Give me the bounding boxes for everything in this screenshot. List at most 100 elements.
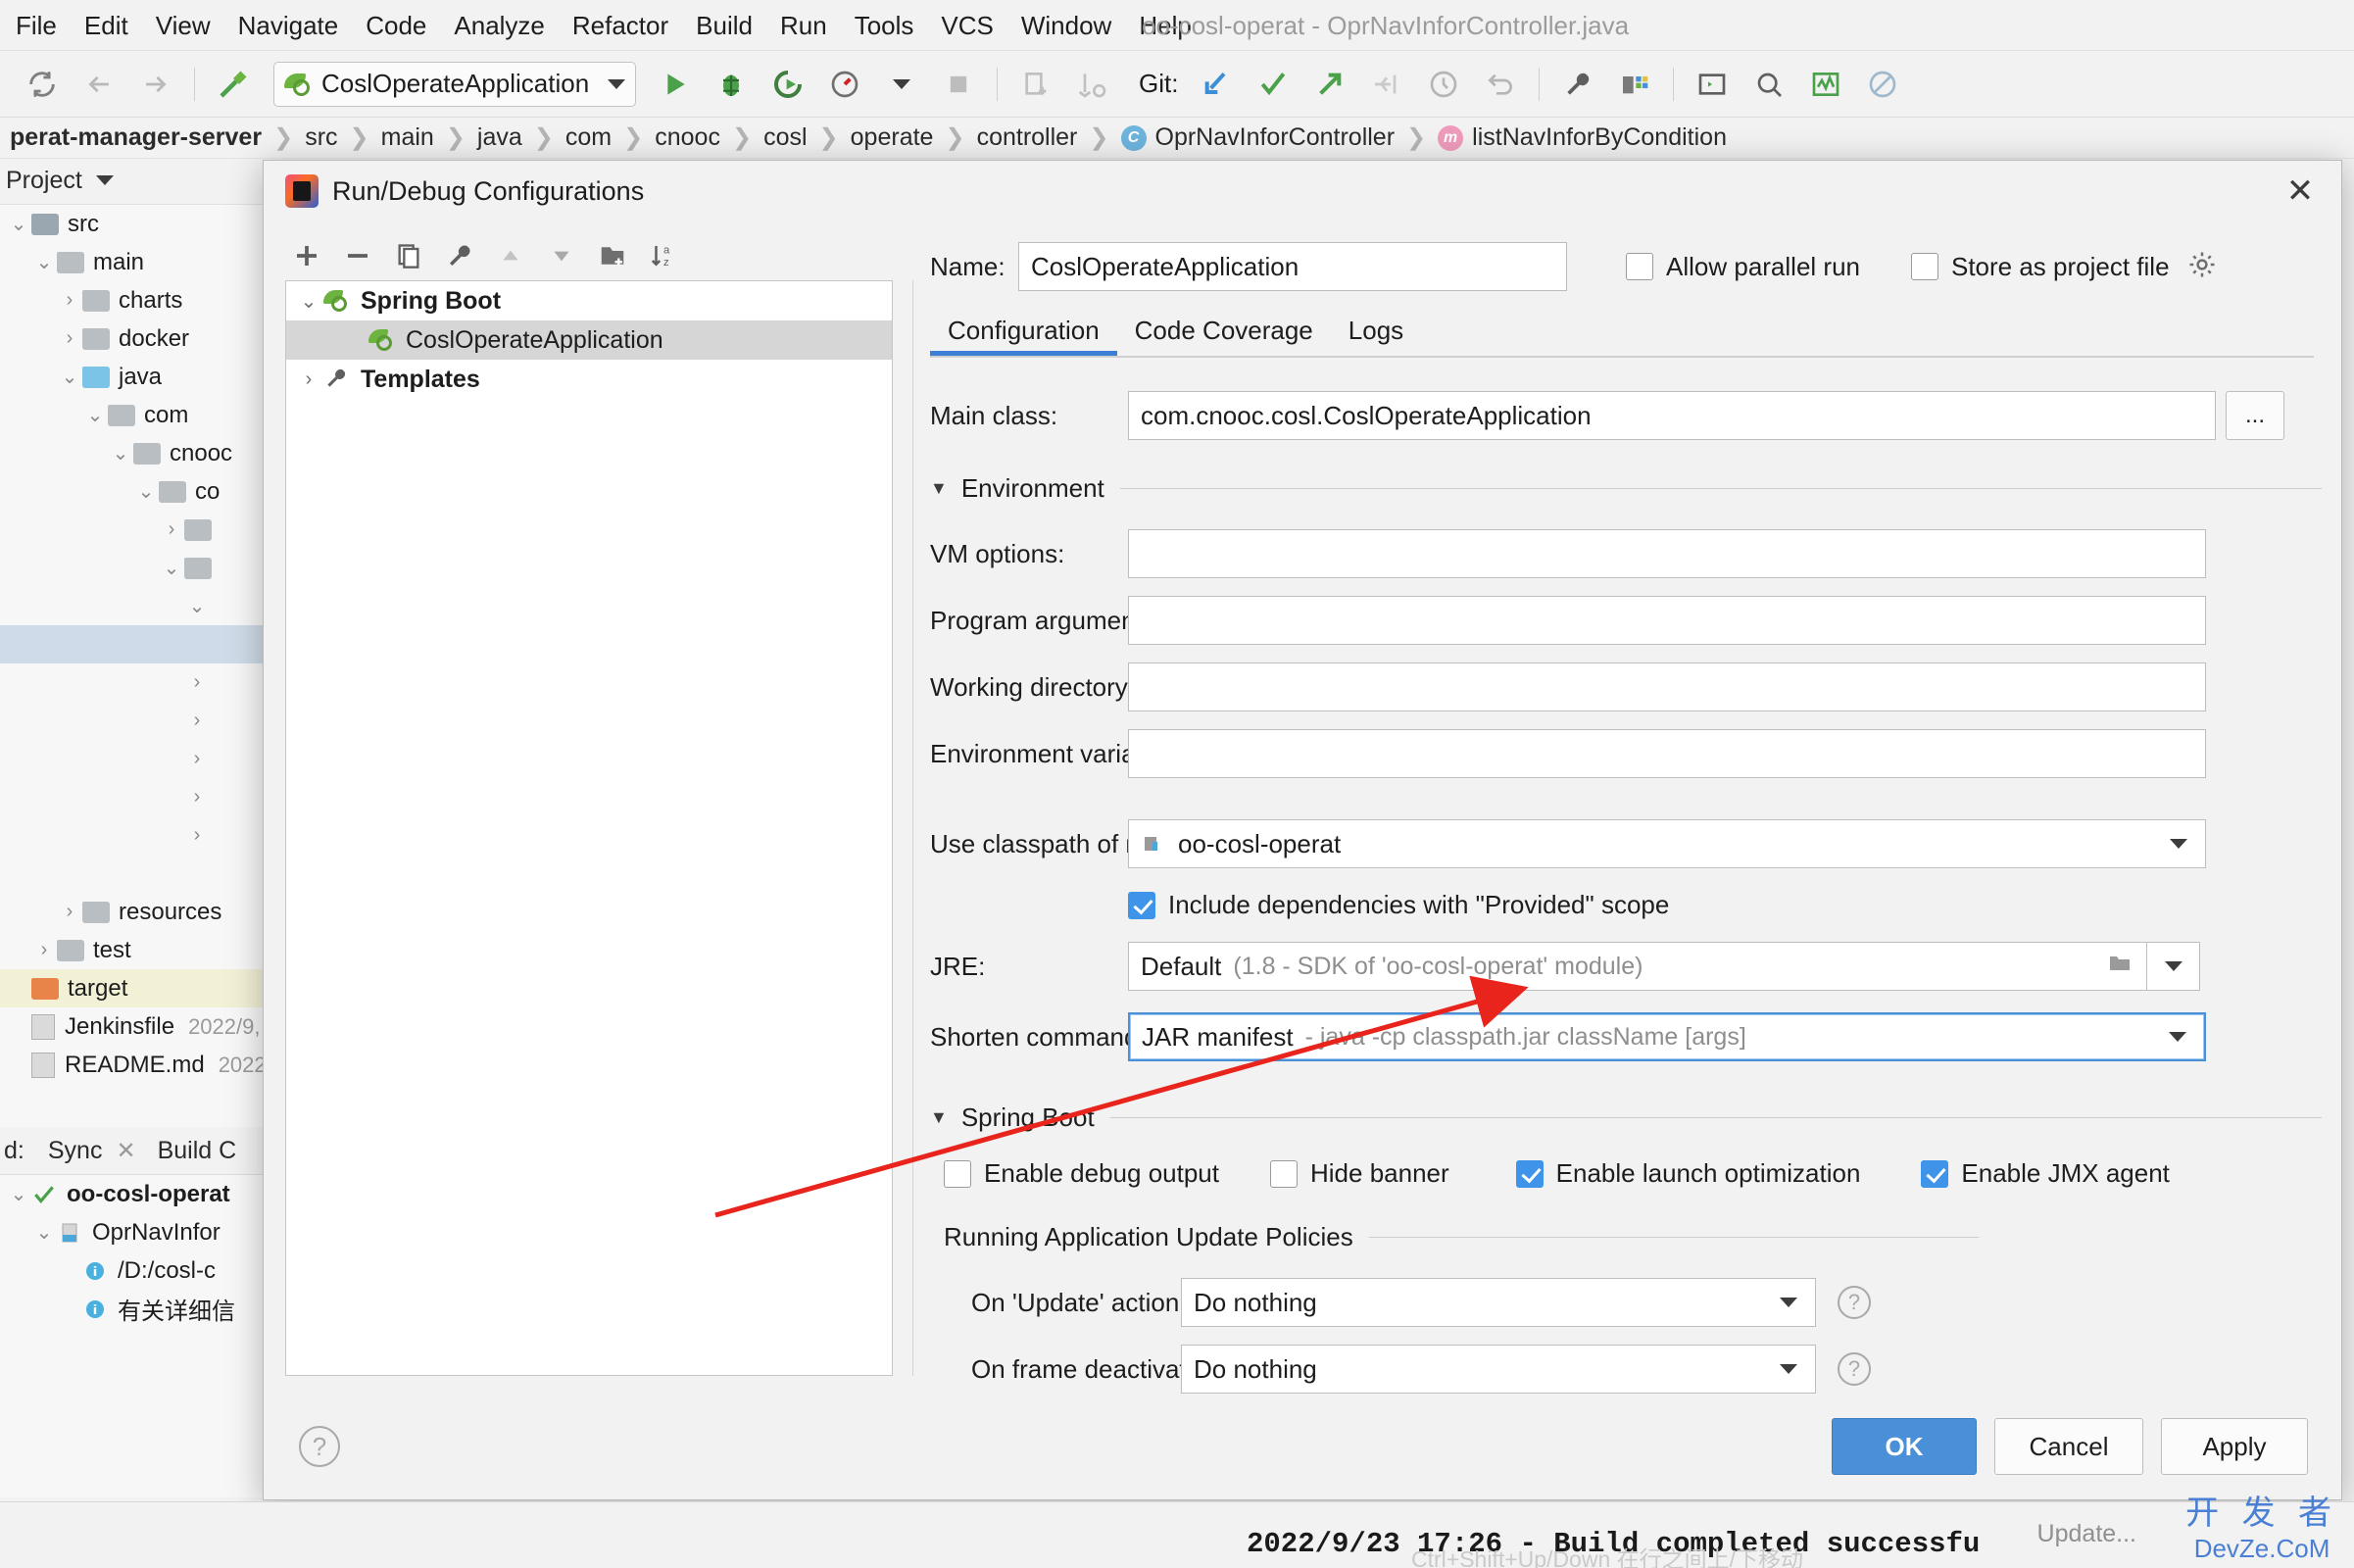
back-arrow-icon[interactable] [76,62,122,107]
build-hammer-icon[interactable] [211,62,256,107]
breadcrumb-item[interactable]: C OprNavInforController [1111,118,1405,158]
breadcrumb-item[interactable]: perat-manager-server [0,118,271,158]
use-classpath-dropdown[interactable]: oo-cosl-operat [1128,819,2206,868]
run-configuration-selector[interactable]: CoslOperateApplication [273,61,636,107]
menu-item-vcs[interactable]: VCS [927,0,1006,51]
chevron-down-icon[interactable]: ▼ [930,478,948,499]
help-icon[interactable]: ? [1838,1286,1871,1319]
build-panel-tabs[interactable]: d: Sync ✕ Build C [0,1127,267,1174]
gear-icon[interactable] [2187,250,2217,284]
analyze-icon[interactable] [1803,62,1848,107]
menu-item-edit[interactable]: Edit [71,0,142,51]
profiler-icon[interactable] [822,62,867,107]
chevron-right-icon[interactable]: › [184,671,210,694]
chevron-down-icon[interactable]: ⌄ [31,1220,57,1245]
chevron-down-icon[interactable] [2164,961,2182,971]
environment-variables-input[interactable] [1128,729,2206,778]
stop-icon[interactable] [936,62,981,107]
git-commit-icon[interactable] [1251,62,1296,107]
search-icon[interactable] [1746,62,1791,107]
chevron-down-icon[interactable]: ▼ [930,1107,948,1128]
project-tree-node[interactable]: › resources [0,893,267,931]
project-tree-node[interactable]: › [0,702,267,740]
project-structure-icon[interactable] [1612,62,1657,107]
chevron-down-icon[interactable]: ⌄ [6,212,31,236]
menu-item-tools[interactable]: Tools [841,0,928,51]
menu-item-refactor[interactable]: Refactor [559,0,682,51]
run-coverage-icon[interactable] [765,62,810,107]
move-up-icon[interactable] [489,234,532,277]
chevron-down-icon[interactable]: ⌄ [294,289,323,314]
chevron-down-icon[interactable] [2170,839,2187,849]
terminal-icon[interactable] [1690,62,1735,107]
breadcrumb-item[interactable]: com [556,118,621,158]
enable-launch-optimization-checkbox[interactable] [1515,1159,1544,1188]
no-entry-icon[interactable] [1860,62,1905,107]
build-tree-node[interactable]: 有关详细信 [0,1290,267,1328]
chevron-down-icon[interactable] [95,175,114,185]
close-icon[interactable]: ✕ [116,1137,135,1165]
config-tree-node[interactable]: CoslOperateApplication [286,320,892,360]
project-tree-node[interactable]: › [0,511,267,549]
remove-icon[interactable] [336,234,379,277]
store-as-project-file-checkbox[interactable] [1910,253,1938,280]
name-input[interactable]: CoslOperateApplication [1018,242,1567,291]
git-checkout-icon[interactable] [1364,62,1409,107]
chevron-down-icon[interactable]: ⌄ [31,250,57,274]
jre-dropdown[interactable]: Default (1.8 - SDK of 'oo-cosl-operat' m… [1128,942,2147,991]
on-frame-deactivation-dropdown[interactable]: Do nothing [1181,1345,1816,1394]
tab-configuration[interactable]: Configuration [930,316,1117,356]
menu-item-code[interactable]: Code [352,0,440,51]
chevron-down-icon[interactable]: ⌄ [184,594,210,618]
chevron-right-icon[interactable]: › [159,518,184,541]
allow-parallel-run-checkbox[interactable] [1626,253,1653,280]
move-down-icon[interactable] [540,234,583,277]
build-tree-node[interactable]: /D:/cosl-c [0,1251,267,1290]
copy-icon[interactable] [387,234,430,277]
main-class-input[interactable]: com.cnooc.cosl.CoslOperateApplication [1128,391,2216,440]
debug-icon[interactable] [709,62,754,107]
update-link[interactable]: Update... [2037,1520,2136,1548]
menu-item-analyze[interactable]: Analyze [440,0,559,51]
chevron-right-icon[interactable]: › [184,786,210,808]
project-tree-node[interactable]: › [0,663,267,702]
project-tree-node[interactable]: › test [0,931,267,969]
configurations-tree[interactable]: ⌄ Spring Boot CoslOperateApplication › Templ… [285,280,893,1376]
cancel-button[interactable]: Cancel [1994,1418,2143,1475]
project-tree-node[interactable]: ⌄ com [0,396,267,434]
menu-item-view[interactable]: View [142,0,224,51]
environment-section-header[interactable]: ▼ Environment [930,473,2322,504]
folder-icon[interactable] [2107,952,2133,982]
update-app-icon[interactable] [1013,62,1058,107]
config-tree-node[interactable]: › Templates [286,360,892,399]
chevron-down-icon[interactable]: ⌄ [108,441,133,466]
menu-item-run[interactable]: Run [766,0,841,51]
sort-alphabetically-icon[interactable]: az [642,234,685,277]
chevron-down-icon[interactable] [1780,1364,1797,1374]
git-history-icon[interactable] [1421,62,1466,107]
chevron-right-icon[interactable]: › [31,939,57,961]
project-tree-node[interactable]: › [0,740,267,778]
chevron-down-icon[interactable] [1780,1298,1797,1307]
spring-boot-section-header[interactable]: ▼ Spring Boot [930,1102,2322,1133]
chevron-down-icon[interactable] [879,62,924,107]
program-arguments-input[interactable] [1128,596,2206,645]
breadcrumb-item[interactable]: java [467,118,532,158]
new-folder-icon[interactable] [591,234,634,277]
project-tree-node[interactable]: ⌄ java [0,358,267,396]
dialog-help-icon[interactable]: ? [299,1426,340,1467]
include-provided-checkbox[interactable] [1128,891,1155,919]
tab-build-output[interactable]: Build C [158,1137,237,1165]
enable-jmx-agent-checkbox[interactable] [1921,1159,1949,1188]
chevron-right-icon[interactable]: › [184,824,210,847]
enable-debug-output-checkbox[interactable] [944,1159,971,1188]
close-icon[interactable]: ✕ [2277,168,2324,215]
breadcrumb-item[interactable]: controller [967,118,1088,158]
sync-icon[interactable] [20,62,65,107]
config-tree-node[interactable]: ⌄ Spring Boot [286,281,892,320]
project-tree-node[interactable]: ⌄ [0,549,267,587]
chevron-right-icon[interactable]: › [57,289,82,312]
chevron-down-icon[interactable]: ⌄ [6,1182,31,1206]
project-tree-file[interactable]: README.md 2022 [0,1046,267,1084]
breadcrumb-item[interactable]: operate [841,118,944,158]
